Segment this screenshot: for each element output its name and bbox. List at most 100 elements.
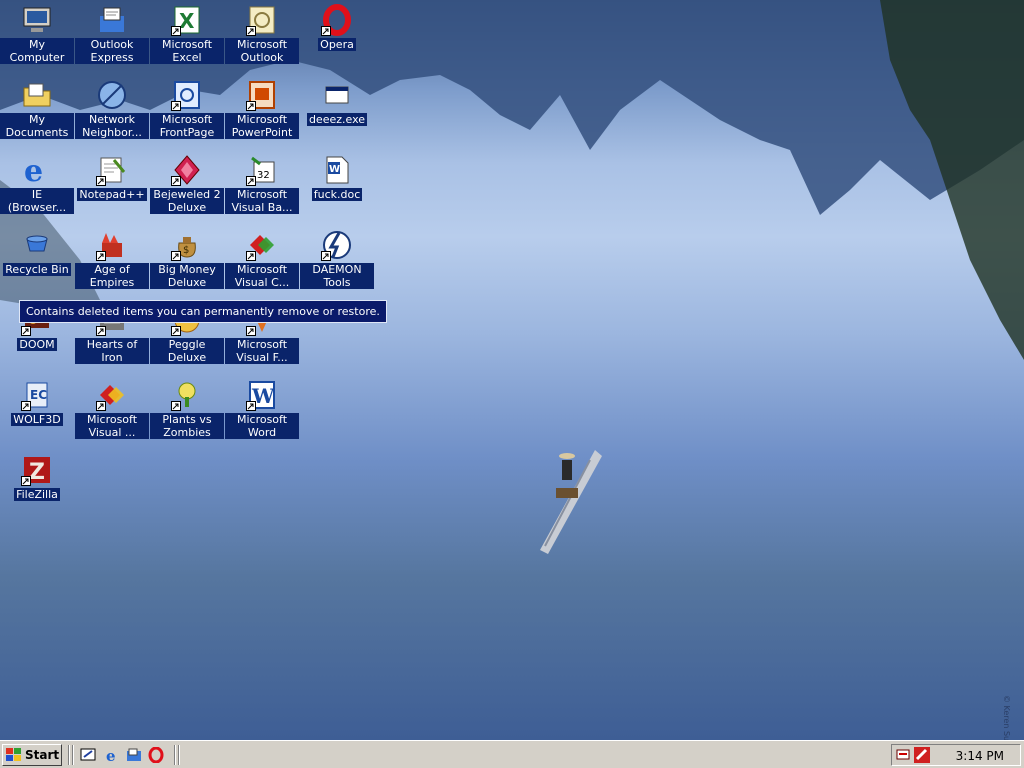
- svg-text:X: X: [179, 9, 195, 33]
- desktop-icon-label: Microsoft Outlook: [225, 38, 299, 64]
- shortcut-arrow-icon: [21, 326, 31, 336]
- desktop-icon-label: Bejeweled 2 Deluxe: [150, 188, 224, 214]
- internet-explorer-icon[interactable]: e: [104, 747, 120, 763]
- shortcut-arrow-icon: [21, 401, 31, 411]
- desktop-icon-label: Plants vs Zombies: [150, 413, 224, 439]
- desktop-icon-outlook[interactable]: Microsoft Outlook: [225, 4, 299, 64]
- desktop-icon-bejeweled[interactable]: Bejeweled 2 Deluxe: [150, 154, 224, 214]
- volume-icon[interactable]: [896, 747, 912, 763]
- svg-text:EC: EC: [30, 388, 47, 402]
- desktop-icon-word[interactable]: W Microsoft Word: [225, 379, 299, 439]
- daemon-tools-tray-icon[interactable]: [914, 747, 930, 763]
- desktop-icon-network[interactable]: Network Neighbor...: [75, 79, 149, 139]
- desktop-icon-vc[interactable]: Microsoft Visual C...: [225, 229, 299, 289]
- documents-folder-icon: [21, 79, 53, 111]
- taskbar: Start e 3:14 PM: [0, 740, 1024, 768]
- shortcut-arrow-icon: [246, 326, 256, 336]
- desktop-icon-label: Opera: [318, 38, 356, 51]
- recycle-bin-icon: [21, 229, 53, 261]
- desktop-icon-opera[interactable]: Opera: [300, 4, 374, 51]
- outlook-express-icon[interactable]: [126, 747, 142, 763]
- taskbar-separator: [178, 745, 180, 765]
- desktop-icon-label: WOLF3D: [11, 413, 63, 426]
- notepad-icon: [96, 154, 128, 186]
- shortcut-arrow-icon: [246, 101, 256, 111]
- daemon-tools-icon: [321, 229, 353, 261]
- desktop-icon-pvz[interactable]: Plants vs Zombies: [150, 379, 224, 439]
- desktop-icon-label: Microsoft Excel: [150, 38, 224, 64]
- desktop-icon-powerpoint[interactable]: Microsoft PowerPoint: [225, 79, 299, 139]
- desktop-icon-label: Microsoft Word: [225, 413, 299, 439]
- shortcut-arrow-icon: [96, 176, 106, 186]
- visual-basic-icon: 32: [246, 154, 278, 186]
- opera-icon[interactable]: [148, 747, 164, 763]
- exe-window-icon: [321, 79, 353, 111]
- desktop-icon-label: DAEMON Tools: [300, 263, 374, 289]
- shortcut-arrow-icon: [246, 176, 256, 186]
- visual-c-icon: [246, 229, 278, 261]
- internet-explorer-icon: e: [21, 154, 53, 186]
- svg-text:Z: Z: [29, 460, 45, 485]
- svg-text:e: e: [106, 747, 116, 763]
- taskbar-separator: [68, 745, 70, 765]
- recycle-bin-tooltip: Contains deleted items you can permanent…: [19, 300, 387, 323]
- svg-text:32: 32: [257, 170, 270, 181]
- shortcut-arrow-icon: [171, 326, 181, 336]
- desktop-icon-label: Big Money Deluxe: [150, 263, 224, 289]
- shortcut-arrow-icon: [96, 401, 106, 411]
- desktop-icon-visual-studio[interactable]: Microsoft Visual ...: [75, 379, 149, 439]
- clock[interactable]: 3:14 PM: [956, 749, 1004, 763]
- desktop-icon-label: Outlook Express: [75, 38, 149, 64]
- desktop-icon-label: Microsoft Visual ...: [75, 413, 149, 439]
- desktop-icon-filezilla[interactable]: Z FileZilla: [0, 454, 74, 501]
- wallpaper-copyright: © Keren Su/Corbis: [1002, 695, 1011, 740]
- desktop-icon-label: Age of Empires: [75, 263, 149, 289]
- desktop-icon-notepad[interactable]: Notepad++: [75, 154, 149, 201]
- desktop-icon-excel[interactable]: X Microsoft Excel: [150, 4, 224, 64]
- shortcut-arrow-icon: [246, 401, 256, 411]
- outlook-express-icon: [96, 4, 128, 36]
- desktop-icon-label: Microsoft Visual F...: [225, 338, 299, 364]
- network-icon: [96, 79, 128, 111]
- desktop-icon-aoe[interactable]: Age of Empires: [75, 229, 149, 289]
- plants-vs-zombies-icon: [171, 379, 203, 411]
- svg-text:$: $: [183, 245, 189, 256]
- desktop-icon-daemon[interactable]: DAEMON Tools: [300, 229, 374, 289]
- taskbar-separator: [72, 745, 74, 765]
- show-desktop-icon[interactable]: [80, 747, 96, 763]
- svg-text:W: W: [329, 164, 340, 175]
- shortcut-arrow-icon: [171, 251, 181, 261]
- desktop-icon-my-computer[interactable]: My Computer: [0, 4, 74, 64]
- desktop-icon-doc[interactable]: Wfuck.doc: [300, 154, 374, 201]
- desktop-icon-visual-basic[interactable]: 32 Microsoft Visual Ba...: [225, 154, 299, 214]
- outlook-icon: [246, 4, 278, 36]
- desktop-icon-outlook-express[interactable]: Outlook Express: [75, 4, 149, 64]
- desktop-icon-bigmoney[interactable]: $ Big Money Deluxe: [150, 229, 224, 289]
- desktop-icon-wolf3d[interactable]: EC WOLF3D: [0, 379, 74, 426]
- desktop-icon-label: fuck.doc: [311, 188, 363, 201]
- desktop-icon-label: Recycle Bin: [3, 263, 71, 276]
- money-bag-icon: $: [171, 229, 203, 261]
- desktop-icon-ie[interactable]: e IE (Browser...: [0, 154, 74, 214]
- bejeweled-gem-icon: [171, 154, 203, 186]
- wolf3d-icon: EC: [21, 379, 53, 411]
- desktop-icon-label: Notepad++: [77, 188, 147, 201]
- shortcut-arrow-icon: [171, 101, 181, 111]
- desktop-icon-label: FileZilla: [14, 488, 60, 501]
- desktop-icon-label: My Computer: [0, 38, 74, 64]
- desktop-icon-frontpage[interactable]: Microsoft FrontPage: [150, 79, 224, 139]
- desktop-icon-my-documents[interactable]: My Documents: [0, 79, 74, 139]
- desktop-icon-label: Microsoft FrontPage: [150, 113, 224, 139]
- desktop[interactable]: My Computer Outlook Express X Microsoft Exc…: [0, 0, 1024, 740]
- age-of-empires-icon: [96, 229, 128, 261]
- word-document-icon: W: [321, 154, 353, 186]
- shortcut-arrow-icon: [321, 26, 331, 36]
- start-button[interactable]: Start: [2, 744, 62, 766]
- desktop-icon-label: Microsoft Visual Ba...: [225, 188, 299, 214]
- desktop-icon-label: Network Neighbor...: [75, 113, 149, 139]
- desktop-icon-label: My Documents: [0, 113, 74, 139]
- desktop-icon-recycle[interactable]: Recycle Bin: [0, 229, 74, 276]
- frontpage-icon: [171, 79, 203, 111]
- shortcut-arrow-icon: [246, 26, 256, 36]
- desktop-icon-deeez[interactable]: deeez.exe: [300, 79, 374, 126]
